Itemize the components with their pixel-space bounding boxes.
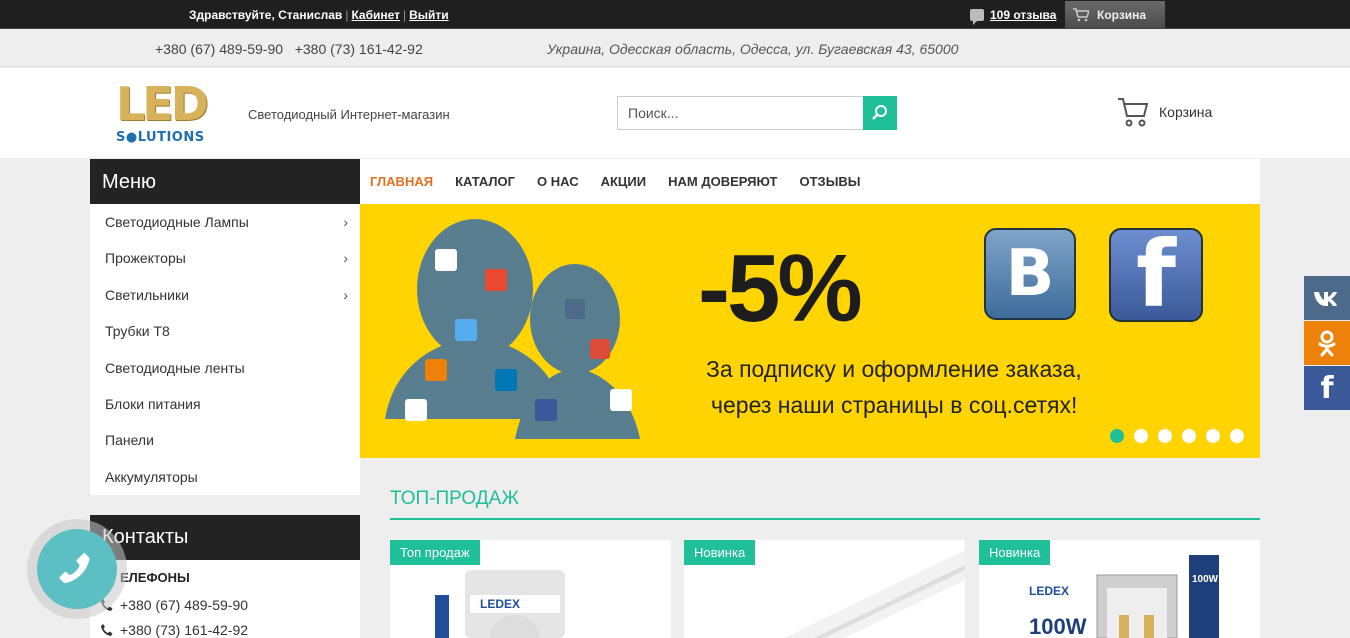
category-menu: Меню Светодиодные Лампы › Прожекторы › Све… [90, 159, 360, 495]
product-card[interactable]: 100W LEDEX 100W Новинка [979, 540, 1260, 638]
contacts-title: Контакты [90, 515, 360, 560]
slider-dot[interactable] [1182, 429, 1196, 443]
product-power-side: 100W [1192, 574, 1219, 585]
top-cart-button[interactable]: Корзина [1065, 1, 1165, 28]
phones-label: ЕЛЕФОНЫ [120, 570, 190, 585]
phone-icon [59, 552, 90, 584]
nav-home[interactable]: ГЛАВНАЯ [370, 174, 433, 189]
cabinet-link[interactable]: Кабинет [351, 8, 400, 22]
top-bar: Здравствуйте, Станислав | Кабинет | Выйти 10… [0, 0, 1350, 29]
chevron-right-icon: › [343, 214, 348, 230]
contact-phone[interactable]: +380 (73) 161-42-92 [100, 622, 248, 638]
vk-icon [1314, 292, 1337, 306]
promo-banner[interactable]: -5% B f За подписку и оформление заказа,… [360, 204, 1260, 458]
menu-item[interactable]: Блоки питания [90, 386, 360, 422]
search-icon [872, 105, 887, 120]
contact-phone[interactable]: +380 (67) 489-59-90 [100, 597, 248, 613]
cart-icon [1118, 98, 1149, 127]
banner-text-line1: За подписку и оформление заказа, [706, 356, 1082, 382]
header-cart[interactable]: Корзина [1117, 96, 1212, 128]
top-cart-label: Корзина [1097, 7, 1147, 22]
menu-title: Меню [90, 159, 360, 204]
menu-item[interactable]: Панели [90, 422, 360, 458]
nav-reviews[interactable]: ОТЗЫВЫ [800, 174, 861, 189]
header-phones: +380 (67) 489-59-90 +380 (73) 161-42-92 [155, 41, 423, 57]
banner-text-line2: через наши страницы в соц.сетях! [711, 392, 1078, 418]
product-badge: Новинка [979, 540, 1051, 565]
search-button[interactable] [863, 96, 897, 130]
slider-dot[interactable] [1158, 429, 1172, 443]
user-greeting: Здравствуйте, Станислав | Кабинет | Выйти [189, 8, 449, 22]
site-header: LED S●LUTIONS Светодиодный Интернет-мага… [0, 68, 1350, 158]
facebook-icon: f [1320, 370, 1334, 406]
nav-promotions[interactable]: АКЦИИ [601, 174, 647, 189]
site-logo[interactable]: LED S●LUTIONS [114, 79, 218, 145]
slider-dot[interactable] [1230, 429, 1244, 443]
discount-percent: -5% [698, 235, 863, 342]
ok-share-button[interactable] [1304, 321, 1350, 365]
slider-dot[interactable] [1206, 429, 1220, 443]
header-cart-label: Корзина [1159, 104, 1213, 120]
logout-link[interactable]: Выйти [409, 8, 449, 22]
product-card[interactable]: Новинка [684, 540, 965, 638]
menu-item[interactable]: Аккумуляторы [90, 459, 360, 495]
slider-dot[interactable] [1110, 429, 1124, 443]
reviews-link[interactable]: 109 отзыва [970, 8, 1057, 25]
menu-item[interactable]: Прожекторы › [90, 240, 360, 276]
product-brand: LEDEX [1029, 584, 1069, 598]
odnoklassniki-icon [1318, 330, 1336, 357]
product-card[interactable]: LEDEX Топ продаж [390, 540, 671, 638]
search-input[interactable] [617, 96, 863, 130]
product-badge: Топ продаж [390, 540, 480, 565]
chevron-right-icon: › [343, 286, 348, 303]
menu-item[interactable]: Светодиодные Лампы › [90, 204, 360, 240]
greeting-text: Здравствуйте, Станислав [189, 8, 343, 22]
facebook-logo-icon: f [1109, 228, 1203, 322]
nav-catalog[interactable]: КАТАЛОГ [455, 174, 515, 189]
slider-dots [1110, 429, 1244, 443]
social-heads-image [385, 219, 640, 439]
store-address: Украина, Одесская область, Одесса, ул. Б… [547, 41, 959, 57]
top-sales-title: ТОП-ПРОДАЖ [390, 488, 519, 509]
vk-share-button[interactable] [1304, 276, 1350, 320]
product-badge: Новинка [684, 540, 756, 565]
section-divider [390, 518, 1260, 520]
info-bar: +380 (67) 489-59-90 +380 (73) 161-42-92 … [0, 30, 1350, 67]
menu-item[interactable]: Трубки Т8 [90, 313, 360, 349]
phone-icon [101, 624, 113, 636]
cart-icon [1073, 7, 1089, 21]
reviews-count: 109 отзыва [990, 8, 1057, 22]
slider-dot[interactable] [1134, 429, 1148, 443]
comment-icon [970, 9, 984, 25]
nav-trust[interactable]: НАМ ДОВЕРЯЮТ [668, 174, 777, 189]
nav-about[interactable]: О НАС [537, 174, 579, 189]
site-tagline: Светодиодный Интернет-магазин [248, 107, 450, 122]
main-nav: ГЛАВНАЯ КАТАЛОГ О НАС АКЦИИ НАМ ДОВЕРЯЮТ… [360, 159, 1260, 204]
callback-button[interactable] [27, 519, 127, 619]
chevron-right-icon: › [343, 250, 348, 267]
contacts-panel: Контакты ЕЛЕФОНЫ +380 (67) 489-59-90 +38… [90, 515, 360, 638]
menu-item[interactable]: Светильники › [90, 277, 360, 313]
product-brand: LEDEX [480, 597, 520, 611]
menu-item[interactable]: Светодиодные ленты [90, 350, 360, 386]
vk-logo-icon: B [984, 228, 1076, 320]
facebook-share-button[interactable]: f [1304, 366, 1350, 410]
search-form [617, 96, 897, 130]
product-power: 100W [1029, 614, 1087, 638]
